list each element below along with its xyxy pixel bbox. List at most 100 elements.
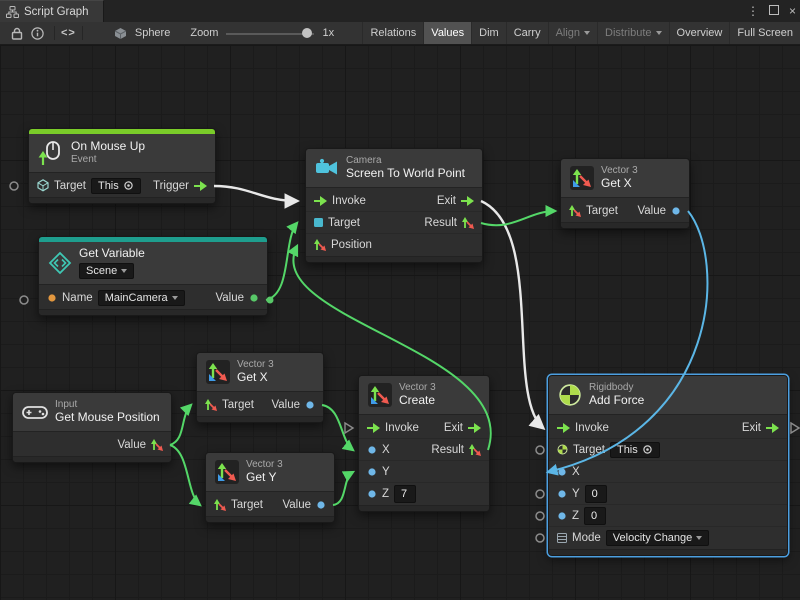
- node-get-x-mid[interactable]: Vector 3 Get X Target Value: [196, 352, 324, 423]
- unity-script-graph-window: Script Graph ⋮ × <> Sphere Zoom 1x Relat…: [0, 0, 800, 600]
- port-row: Target Value: [561, 200, 689, 221]
- window-controls: ⋮ ×: [747, 0, 796, 22]
- flow-in-icon[interactable]: [557, 423, 570, 433]
- float-port-icon[interactable]: [367, 445, 377, 455]
- float-port-icon[interactable]: [367, 467, 377, 477]
- float-port-icon[interactable]: [367, 489, 377, 499]
- port-row: Invoke Exit: [549, 417, 787, 439]
- float-port-icon[interactable]: [557, 511, 567, 521]
- port-row: Z 7: [359, 483, 489, 504]
- z-value-input[interactable]: 7: [394, 485, 416, 503]
- mode-dropdown[interactable]: Velocity Change: [606, 530, 710, 546]
- node-get-x-top[interactable]: Vector 3 Get X Target Value: [560, 158, 690, 229]
- port-row: Target This: [549, 439, 787, 461]
- script-graph-icon: [6, 6, 19, 18]
- lock-icon[interactable]: [11, 27, 23, 40]
- carry-button[interactable]: Carry: [506, 22, 548, 44]
- node-title: Get Y: [246, 471, 283, 485]
- target-this-chip[interactable]: This: [610, 442, 660, 458]
- fullscreen-button[interactable]: Full Screen: [729, 22, 800, 44]
- node-title: Add Force: [589, 394, 644, 408]
- zoom-slider-handle[interactable]: [302, 28, 312, 38]
- zoom-slider[interactable]: [226, 26, 314, 40]
- port-row: Invoke Exit: [306, 190, 482, 212]
- node-get-variable[interactable]: Get Variable Scene Name MainCamera Value: [38, 236, 268, 316]
- code-view-icon[interactable]: <>: [61, 27, 76, 39]
- wire-variable-target: [266, 223, 297, 300]
- vector3-port-icon[interactable]: [314, 239, 326, 251]
- unconnected-flow-indicator: [345, 423, 353, 433]
- rigidbody-port-icon[interactable]: [557, 444, 568, 455]
- invoke-port-label: Invoke: [332, 195, 366, 207]
- kebab-menu-icon[interactable]: ⋮: [747, 0, 759, 22]
- info-icon[interactable]: [31, 27, 44, 40]
- string-port-icon[interactable]: [47, 293, 57, 303]
- distribute-dropdown[interactable]: Distribute: [597, 22, 668, 44]
- tab-script-graph[interactable]: Script Graph: [0, 0, 104, 22]
- z-port-label: Z: [572, 510, 579, 522]
- position-port-label: Position: [331, 239, 372, 251]
- node-subtitle: Event: [71, 154, 145, 166]
- float-port-icon[interactable]: [316, 500, 326, 510]
- node-add-force[interactable]: Rigidbody Add Force Invoke Exit: [548, 375, 788, 556]
- z-value-input[interactable]: 0: [584, 507, 606, 525]
- flow-out-icon[interactable]: [766, 423, 779, 433]
- float-port-icon[interactable]: [305, 400, 315, 410]
- node-title: Get X: [601, 177, 638, 191]
- vector3-port-icon[interactable]: [214, 499, 226, 511]
- flow-out-icon[interactable]: [194, 181, 207, 191]
- node-create-vector3[interactable]: Vector 3 Create Invoke Exit: [358, 375, 490, 512]
- target-port-label: Target: [573, 444, 605, 456]
- variable-name-dropdown[interactable]: MainCamera: [98, 290, 185, 306]
- values-button[interactable]: Values: [423, 22, 471, 44]
- port-row: Value: [13, 434, 171, 455]
- float-port-icon[interactable]: [557, 489, 567, 499]
- vector3-port-icon[interactable]: [569, 205, 581, 217]
- relations-button[interactable]: Relations: [362, 22, 423, 44]
- node-get-y[interactable]: Vector 3 Get Y Target Value: [205, 452, 335, 523]
- vector3-port-icon[interactable]: [205, 399, 217, 411]
- node-on-mouse-up[interactable]: On Mouse Up Event Target This Tri: [28, 128, 216, 204]
- object-port-icon[interactable]: [249, 293, 259, 303]
- chevron-down-icon: [656, 31, 662, 35]
- wire-exit-invoke: [481, 201, 543, 428]
- target-this-chip[interactable]: This: [91, 178, 141, 194]
- node-title: Screen To World Point: [346, 167, 465, 181]
- node-get-mouse-position[interactable]: Input Get Mouse Position Value: [12, 392, 172, 463]
- value-port-label: Value: [117, 439, 146, 451]
- mouse-event-icon: [38, 140, 64, 166]
- dim-button[interactable]: Dim: [471, 22, 506, 44]
- tab-title: Script Graph: [24, 6, 89, 18]
- maximize-icon[interactable]: [769, 0, 779, 22]
- close-icon[interactable]: ×: [789, 0, 796, 22]
- target-port-label: Target: [586, 205, 618, 217]
- y-value-input[interactable]: 0: [585, 485, 607, 503]
- graph-canvas[interactable]: On Mouse Up Event Target This Tri: [0, 45, 800, 600]
- flow-out-icon[interactable]: [461, 196, 474, 206]
- align-dropdown[interactable]: Align: [548, 22, 597, 44]
- wire-mouse-gety: [170, 445, 200, 505]
- overview-button[interactable]: Overview: [669, 22, 730, 44]
- camera-port-icon[interactable]: [314, 218, 323, 227]
- float-port-icon[interactable]: [557, 467, 567, 477]
- result-port-label: Result: [431, 444, 464, 456]
- unconnected-flow-indicator: [791, 423, 799, 433]
- vector3-port-icon[interactable]: [462, 217, 474, 229]
- flow-out-icon[interactable]: [468, 423, 481, 433]
- variable-scope-dropdown[interactable]: Scene: [79, 263, 134, 280]
- flow-in-icon[interactable]: [314, 196, 327, 206]
- chevron-down-icon: [121, 269, 127, 273]
- node-screen-to-world-point[interactable]: Camera Screen To World Point Invoke Exit: [305, 148, 483, 263]
- flow-in-icon[interactable]: [367, 423, 380, 433]
- vector3-port-icon[interactable]: [151, 439, 163, 451]
- port-row: Y: [359, 461, 489, 483]
- zoom-label: Zoom: [190, 27, 218, 39]
- y-port-label: Y: [572, 488, 580, 500]
- port-row: Y 0: [549, 483, 787, 505]
- enum-port-icon[interactable]: [557, 533, 567, 543]
- vector3-port-icon[interactable]: [469, 444, 481, 456]
- float-port-icon[interactable]: [671, 206, 681, 216]
- x-port-label: X: [382, 444, 390, 456]
- port-row: Target This Trigger: [29, 175, 215, 196]
- exit-port-label: Exit: [437, 195, 456, 207]
